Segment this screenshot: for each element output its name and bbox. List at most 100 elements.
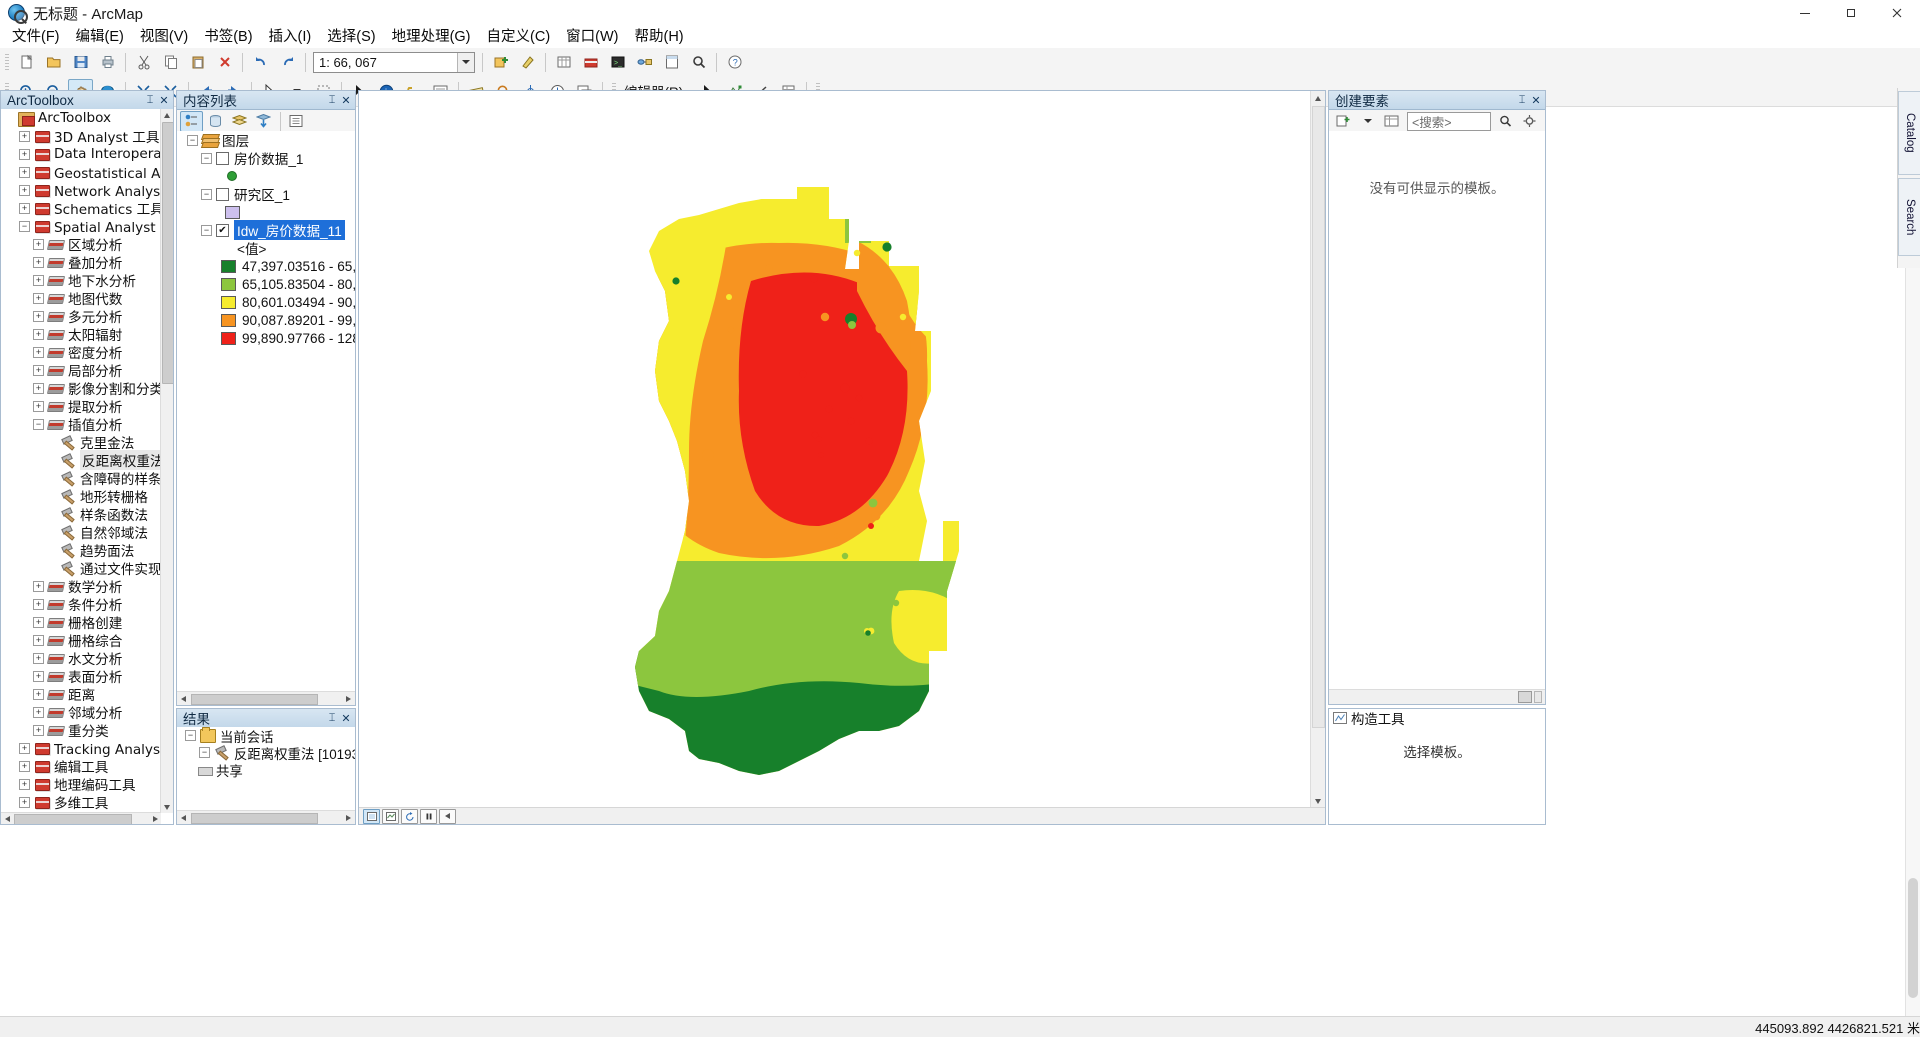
- toolbox-tree-item[interactable]: + 重分类: [1, 721, 161, 740]
- list-by-drawing-order-icon[interactable]: [180, 110, 203, 132]
- map-vscrollbar[interactable]: [1310, 91, 1325, 808]
- results-share-row[interactable]: 共享: [177, 761, 355, 779]
- legend-class-row[interactable]: 80,601.03494 - 90,08: [177, 293, 355, 311]
- scroll-down-arrow-icon[interactable]: [1311, 794, 1325, 808]
- scroll-right-arrow-icon[interactable]: [342, 811, 355, 824]
- options-icon[interactable]: [285, 111, 308, 132]
- toolbox-tree-item[interactable]: + 条件分析: [1, 595, 161, 614]
- toolbox-tree-item[interactable]: + 表面分析: [1, 667, 161, 686]
- chevron-down-icon[interactable]: [1356, 111, 1379, 132]
- expand-expander[interactable]: +: [19, 742, 30, 754]
- legend-color-swatch[interactable]: [221, 277, 236, 291]
- collapse-expander[interactable]: −: [33, 418, 44, 430]
- toolbox-tree-item[interactable]: 克里金法: [1, 433, 161, 452]
- edge-tab-catalog[interactable]: Catalog: [1898, 91, 1920, 175]
- open-icon[interactable]: [41, 50, 66, 74]
- legend-color-swatch[interactable]: [221, 295, 236, 309]
- expand-expander[interactable]: +: [33, 688, 44, 700]
- toc-symbol-point[interactable]: [177, 167, 355, 185]
- toolbox-tree-item[interactable]: + 地下水分析: [1, 271, 161, 290]
- toc-layer-housing-price[interactable]: − 房价数据_1: [177, 149, 355, 167]
- menu-geoprocessing[interactable]: 地理处理(G): [384, 27, 479, 47]
- expand-expander[interactable]: +: [33, 580, 44, 592]
- save-icon[interactable]: [68, 50, 93, 74]
- collapse-expander[interactable]: −: [19, 220, 30, 232]
- expand-expander[interactable]: +: [19, 760, 30, 772]
- organize-templates-icon[interactable]: [1380, 111, 1403, 132]
- toolbox-tree-item[interactable]: + Network Analyst 工具: [1, 181, 161, 200]
- toolbox-tree-item[interactable]: 自然邻域法: [1, 523, 161, 542]
- toolbox-tree-item[interactable]: + Tracking Analyst 工具: [1, 739, 161, 758]
- toolbox-tree-item[interactable]: + 水文分析: [1, 649, 161, 668]
- collapse-expander[interactable]: −: [201, 224, 212, 236]
- toc-layer-idw-result[interactable]: − ✔ Idw_房价数据_11: [177, 220, 355, 240]
- expand-expander[interactable]: +: [19, 796, 30, 808]
- menu-customize[interactable]: 自定义(C): [479, 27, 559, 47]
- toolbox-tree-item[interactable]: + Data Interoperability Too: [1, 145, 161, 163]
- collapse-expander[interactable]: −: [199, 747, 210, 758]
- toolbox-tree-item[interactable]: + 区域分析: [1, 235, 161, 254]
- help-icon[interactable]: ?: [722, 50, 747, 74]
- toolbox-tree-item[interactable]: + 提取分析: [1, 397, 161, 416]
- resize-handle[interactable]: [1518, 691, 1532, 703]
- scroll-thumb[interactable]: [1312, 106, 1325, 728]
- expand-expander[interactable]: +: [19, 130, 30, 142]
- expand-expander[interactable]: +: [19, 148, 30, 160]
- options-icon[interactable]: [1518, 111, 1541, 132]
- expand-expander[interactable]: +: [33, 364, 44, 376]
- toc-layer-list[interactable]: − 图层 − 房价数据_1 − 研究区_1 − ✔ Idw_房价数据_11 <值…: [177, 131, 355, 683]
- scroll-left-arrow-icon[interactable]: [177, 692, 190, 705]
- expand-expander[interactable]: +: [33, 328, 44, 340]
- menu-insert[interactable]: 插入(I): [261, 27, 320, 47]
- toolbox-tree-item[interactable]: + 影像分割和分类: [1, 379, 161, 398]
- legend-class-row[interactable]: 90,087.89201 - 99,89: [177, 311, 355, 329]
- scroll-left-arrow-icon[interactable]: [1, 813, 13, 824]
- paste-icon[interactable]: [185, 50, 210, 74]
- toc-layer-study-area[interactable]: − 研究区_1: [177, 185, 355, 203]
- results-hscrollbar[interactable]: [177, 810, 355, 824]
- toolbox-tree-item[interactable]: + 太阳辐射: [1, 325, 161, 344]
- map-canvas[interactable]: [359, 91, 1311, 808]
- toolbox-tree-item[interactable]: 含障碍的样条函数: [1, 469, 161, 488]
- layout-view-icon[interactable]: [363, 808, 380, 824]
- toolbox-tree-item[interactable]: + 地理编码工具: [1, 775, 161, 794]
- expand-expander[interactable]: +: [33, 616, 44, 628]
- idw-interpolation-map[interactable]: [359, 91, 1311, 808]
- redo-icon[interactable]: [275, 50, 300, 74]
- delete-icon[interactable]: [212, 50, 237, 74]
- layer-visibility-checkbox[interactable]: [216, 151, 229, 165]
- scroll-thumb-h[interactable]: [191, 813, 318, 824]
- print-icon[interactable]: [95, 50, 120, 74]
- expand-expander[interactable]: +: [33, 400, 44, 412]
- chevron-down-icon[interactable]: [457, 52, 474, 72]
- catalog-icon[interactable]: [659, 50, 684, 74]
- refresh-icon[interactable]: [401, 808, 418, 824]
- maximize-button[interactable]: [1828, 0, 1874, 26]
- new-map-icon[interactable]: [14, 50, 39, 74]
- toolbox-tree-item[interactable]: + 叠加分析: [1, 253, 161, 272]
- menu-view[interactable]: 视图(V): [132, 27, 196, 47]
- collapse-expander[interactable]: −: [201, 152, 212, 164]
- copy-icon[interactable]: [158, 50, 183, 74]
- cut-icon[interactable]: [131, 50, 156, 74]
- search-icon[interactable]: [686, 50, 711, 74]
- expand-expander[interactable]: +: [33, 724, 44, 736]
- toolbox-tree-item[interactable]: 地形转栅格: [1, 487, 161, 506]
- collapse-expander[interactable]: −: [187, 134, 198, 146]
- collapse-expander[interactable]: −: [201, 188, 212, 200]
- pin-icon[interactable]: ⌶: [325, 711, 339, 725]
- results-session-row[interactable]: − 当前会话: [177, 727, 355, 745]
- scroll-thumb[interactable]: [1908, 878, 1918, 998]
- menu-help[interactable]: 帮助(H): [627, 27, 692, 47]
- expand-expander[interactable]: +: [33, 598, 44, 610]
- layer-visibility-checkbox[interactable]: [216, 187, 229, 201]
- expand-expander[interactable]: +: [33, 238, 44, 250]
- arctoolbox-icon[interactable]: [578, 50, 603, 74]
- expand-expander[interactable]: +: [33, 310, 44, 322]
- pin-icon[interactable]: ⌶: [1515, 93, 1529, 107]
- scroll-right-arrow-icon[interactable]: [342, 692, 355, 705]
- search-input[interactable]: <搜索>: [1407, 111, 1491, 131]
- resize-grip[interactable]: [1534, 691, 1542, 703]
- arctoolbox-tree[interactable]: ArcToolbox +3D Analyst 工具 + Data Interopera…: [1, 109, 173, 824]
- close-icon[interactable]: ✕: [339, 93, 353, 107]
